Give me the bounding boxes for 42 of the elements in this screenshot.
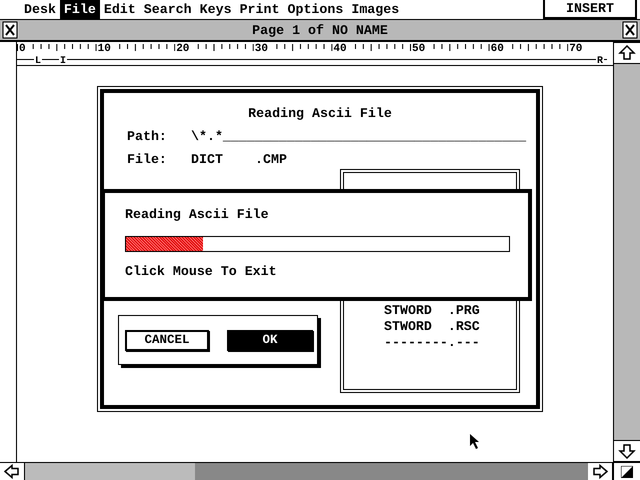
ruler-number: 50 (412, 43, 426, 55)
ruler-number: 30 (254, 43, 268, 55)
menu-item[interactable]: Images (347, 0, 404, 19)
menu-item[interactable]: Desk (20, 0, 60, 19)
scroll-up-icon[interactable] (614, 42, 640, 64)
ruler-marker[interactable]: I (60, 56, 66, 66)
dialog-title: Reading Ascii File (247, 106, 393, 121)
file-list-entry[interactable]: STWORD .RSC (384, 319, 516, 335)
horizontal-scroll-thumb[interactable] (25, 463, 195, 480)
window-title: Page 1 of NO NAME (251, 22, 389, 38)
menu-item[interactable]: Options (283, 0, 348, 19)
menu-item[interactable]: Edit (100, 0, 140, 19)
menu-item[interactable]: File (60, 0, 100, 19)
fullscreen-icon[interactable] (622, 21, 638, 39)
scroll-right-icon[interactable] (588, 463, 613, 480)
progress-hint: Click Mouse To Exit (125, 264, 278, 279)
scroll-left-icon[interactable] (0, 463, 25, 480)
file-extension-field[interactable]: .CMP (255, 152, 287, 167)
file-name-field[interactable]: DICT (191, 152, 255, 167)
field-label: File: (127, 152, 168, 167)
ruler-number: 70 (569, 43, 582, 55)
close-icon[interactable] (2, 21, 18, 39)
ruler-number: 20 (176, 43, 190, 55)
ruler-number: 0 (19, 43, 26, 55)
cancel-button[interactable]: CANCEL (125, 330, 209, 350)
path-field[interactable]: \*.*______________________________________ (191, 129, 526, 144)
menu-item[interactable]: Keys (196, 0, 236, 19)
ruler-marker[interactable]: L (35, 56, 42, 66)
ruler-number: 10 (98, 43, 111, 55)
mouse-pointer-icon (470, 434, 480, 450)
ok-button[interactable]: OK (227, 330, 313, 350)
resize-icon[interactable] (621, 466, 633, 478)
field-label: Path: (127, 129, 168, 144)
scroll-down-icon[interactable] (614, 440, 640, 462)
menu-item[interactable]: Print (236, 0, 284, 19)
ruler-number: 40 (333, 43, 347, 55)
progress-title: Reading Ascii File (125, 206, 270, 224)
file-list-entry[interactable]: STWORD .PRG (384, 303, 516, 319)
file-list-entry[interactable]: --------.--- (384, 335, 516, 351)
menu-item[interactable]: Search (140, 0, 196, 19)
ruler-marker[interactable]: R (597, 56, 604, 66)
ruler-number: 60 (490, 43, 504, 55)
